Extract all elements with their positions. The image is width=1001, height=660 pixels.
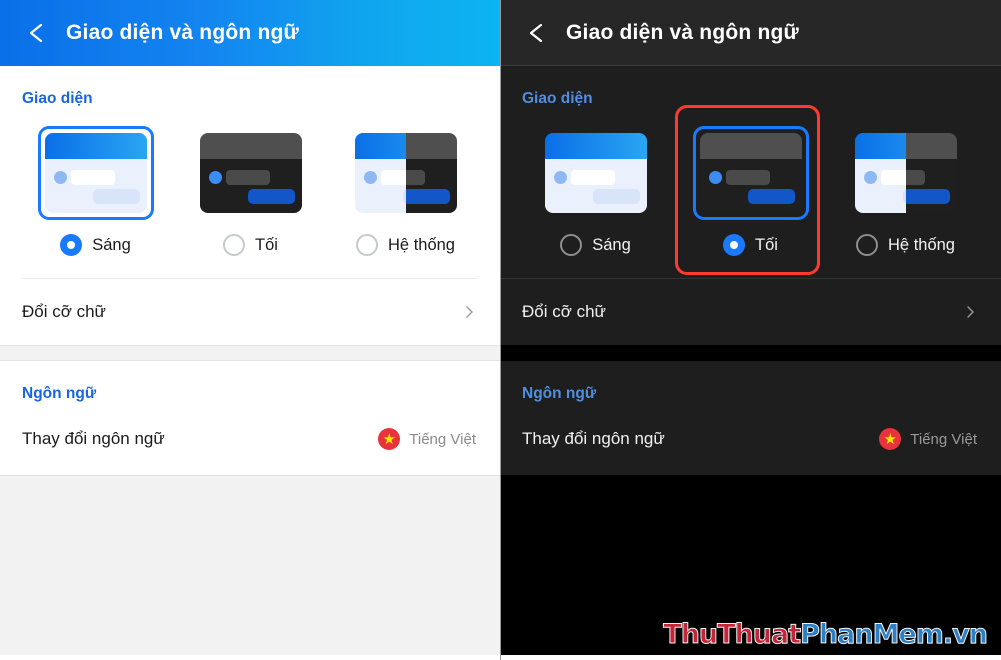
theme-option-system[interactable]: Hệ thống	[328, 126, 483, 256]
theme-section-title: Giao diện	[522, 90, 593, 107]
theme-section-light: Giao diện Sáng Tối Hệ thống Đổi cỡ chữ	[0, 66, 500, 345]
theme-option-system[interactable]: Hệ thống	[828, 126, 983, 256]
language-section-title: Ngôn ngữ	[22, 385, 97, 402]
theme-radio-dark[interactable]: Tối	[223, 234, 278, 256]
theme-label-dark: Tối	[255, 235, 278, 254]
back-button[interactable]	[22, 18, 52, 48]
chevron-right-icon	[466, 306, 473, 318]
screenshot-root: Giao diện và ngôn ngữ Giao diện Sáng Tối…	[0, 0, 1001, 660]
font-size-row[interactable]: Đổi cỡ chữ	[500, 279, 1001, 345]
theme-radio-system[interactable]: Hệ thống	[356, 234, 455, 256]
change-language-row[interactable]: Thay đổi ngôn ngữ ★ Tiếng Việt	[0, 403, 500, 475]
flag-star-glyph: ★	[883, 430, 897, 448]
theme-option-light[interactable]: Sáng	[518, 126, 673, 256]
watermark-part-2: PhanMem.vn	[800, 619, 989, 650]
change-language-label: Thay đổi ngôn ngữ	[22, 429, 165, 448]
theme-label-dark: Tối	[755, 235, 778, 254]
light-mode-panel: Giao diện và ngôn ngữ Giao diện Sáng Tối…	[0, 0, 500, 660]
watermark: ThuThuatPhanMem.vn	[663, 619, 989, 650]
dark-theme-thumbnail[interactable]	[193, 126, 309, 220]
theme-radio-dark[interactable]: Tối	[723, 234, 778, 256]
app-bar-light: Giao diện và ngôn ngữ	[0, 0, 500, 66]
theme-option-light[interactable]: Sáng	[18, 126, 173, 256]
change-language-label: Thay đổi ngôn ngữ	[522, 429, 665, 448]
theme-label-light: Sáng	[592, 235, 631, 254]
radio-unselected-icon[interactable]	[560, 234, 583, 256]
radio-unselected-icon[interactable]	[223, 234, 246, 256]
empty-area-light	[0, 475, 500, 655]
radio-unselected-icon[interactable]	[856, 234, 879, 256]
theme-option-dark[interactable]: Tối	[173, 126, 328, 256]
panel-divider	[500, 0, 501, 660]
vietnam-flag-icon: ★	[378, 428, 401, 450]
language-section-light: Ngôn ngữ Thay đổi ngôn ngữ ★ Tiếng Việt	[0, 361, 500, 475]
current-language-value: Tiếng Việt	[910, 430, 977, 448]
change-language-row[interactable]: Thay đổi ngôn ngữ ★ Tiếng Việt	[500, 403, 1001, 475]
back-button[interactable]	[522, 18, 552, 48]
radio-selected-icon[interactable]	[60, 234, 83, 256]
light-theme-thumbnail[interactable]	[538, 126, 654, 220]
radio-selected-icon[interactable]	[723, 234, 746, 256]
theme-section-title: Giao diện	[22, 90, 93, 107]
section-gap	[500, 345, 1001, 361]
watermark-part-1: ThuThuat	[663, 619, 802, 650]
font-size-label: Đổi cỡ chữ	[522, 302, 606, 321]
dark-mode-panel: Giao diện và ngôn ngữ Giao diện Sáng Tối…	[500, 0, 1001, 660]
theme-option-list: Sáng Tối Hệ thống	[500, 108, 1001, 256]
app-bar-dark: Giao diện và ngôn ngữ	[500, 0, 1001, 66]
language-section-title: Ngôn ngữ	[522, 385, 597, 402]
font-size-label: Đổi cỡ chữ	[22, 302, 106, 321]
theme-section-dark: Giao diện Sáng Tối Hệ thống Đổi cỡ chữ	[500, 66, 1001, 345]
chevron-right-icon	[967, 306, 974, 318]
system-theme-thumbnail[interactable]	[848, 126, 964, 220]
dark-theme-thumbnail[interactable]	[692, 126, 809, 220]
page-title: Giao diện và ngôn ngữ	[66, 21, 299, 44]
theme-radio-light[interactable]: Sáng	[60, 234, 131, 256]
font-size-row[interactable]: Đổi cỡ chữ	[0, 279, 500, 345]
theme-radio-light[interactable]: Sáng	[560, 234, 631, 256]
theme-option-list: Sáng Tối Hệ thống	[0, 108, 500, 256]
language-section-dark: Ngôn ngữ Thay đổi ngôn ngữ ★ Tiếng Việt	[500, 361, 1001, 475]
theme-label-system: Hệ thống	[888, 235, 955, 254]
theme-option-dark[interactable]: Tối	[673, 126, 828, 256]
theme-label-light: Sáng	[92, 235, 131, 254]
section-gap	[0, 345, 500, 361]
page-title: Giao diện và ngôn ngữ	[566, 20, 799, 44]
vietnam-flag-icon: ★	[879, 428, 902, 450]
theme-label-system: Hệ thống	[388, 235, 455, 254]
flag-star-glyph: ★	[382, 430, 396, 448]
current-language-value: Tiếng Việt	[409, 430, 476, 448]
system-theme-thumbnail[interactable]	[348, 126, 464, 220]
radio-unselected-icon[interactable]	[356, 234, 379, 256]
theme-radio-system[interactable]: Hệ thống	[856, 234, 955, 256]
light-theme-thumbnail[interactable]	[37, 126, 154, 220]
